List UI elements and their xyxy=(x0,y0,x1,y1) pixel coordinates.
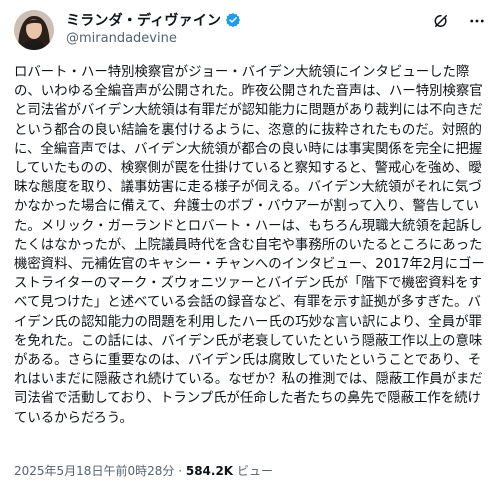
grok-icon[interactable] xyxy=(432,12,450,30)
verified-badge-icon xyxy=(225,12,241,28)
avatar[interactable] xyxy=(14,10,54,50)
author-display-name[interactable]: ミランダ・ディヴァイン xyxy=(66,10,221,30)
post-text: ロバート・ハー特別検察官がジョー・バイデン大統領にインタビューした際の、いわゆる… xyxy=(14,65,485,426)
more-icon[interactable] xyxy=(468,12,486,30)
tweet: ミランダ・ディヴァイン @mirandadevine ロバート・ハー特別検察官が… xyxy=(0,0,500,484)
post-timestamp[interactable]: 2025年5月18日午前0時28分 xyxy=(14,464,174,478)
author-name-row: ミランダ・ディヴァイン xyxy=(66,11,241,29)
post-meta: 2025年5月18日午前0時28分 · 584.2K ビュー xyxy=(14,462,273,479)
views-label: ビュー xyxy=(236,464,273,478)
author-handle[interactable]: @mirandadevine xyxy=(66,31,177,46)
views-count[interactable]: 584.2K xyxy=(186,464,233,478)
header-actions xyxy=(432,12,486,30)
meta-separator: · xyxy=(178,464,183,478)
